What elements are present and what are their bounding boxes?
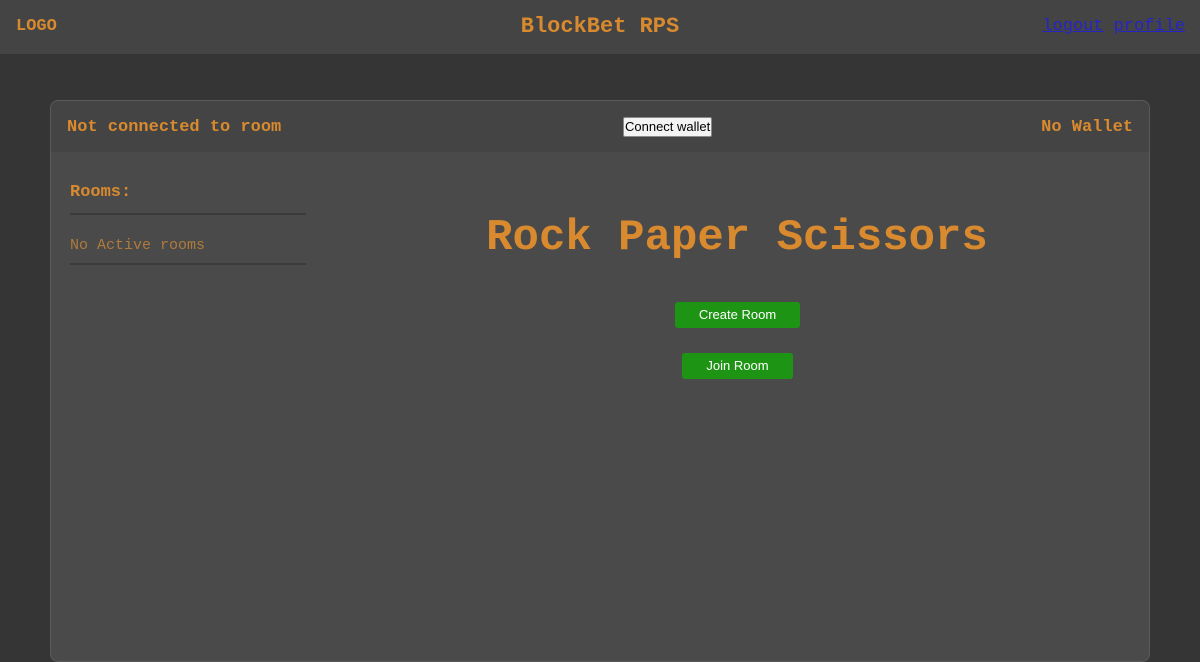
create-room-button[interactable]: Create Room	[675, 302, 800, 328]
panel-header: Not connected to room Connect wallet No …	[51, 101, 1149, 152]
game-title: Rock Paper Scissors	[486, 213, 988, 263]
wallet-status-text: No Wallet	[1041, 118, 1133, 137]
connect-wallet-button[interactable]: Connect wallet	[623, 117, 713, 137]
rooms-empty-message: No Active rooms	[70, 237, 306, 265]
top-links: logout profile	[1032, 17, 1185, 37]
top-navigation-bar: LOGO BlockBet RPS logout profile	[0, 0, 1200, 54]
rooms-title: Rooms:	[70, 181, 306, 215]
logo: LOGO	[16, 17, 57, 36]
join-room-button[interactable]: Join Room	[682, 353, 793, 379]
room-status-text: Not connected to room	[67, 118, 282, 137]
profile-link[interactable]: profile	[1114, 17, 1185, 36]
game-panel: Not connected to room Connect wallet No …	[50, 100, 1150, 662]
app-title: BlockBet RPS	[520, 14, 680, 39]
logout-link[interactable]: logout	[1042, 17, 1103, 36]
rooms-sidebar: Rooms: No Active rooms	[70, 181, 306, 265]
